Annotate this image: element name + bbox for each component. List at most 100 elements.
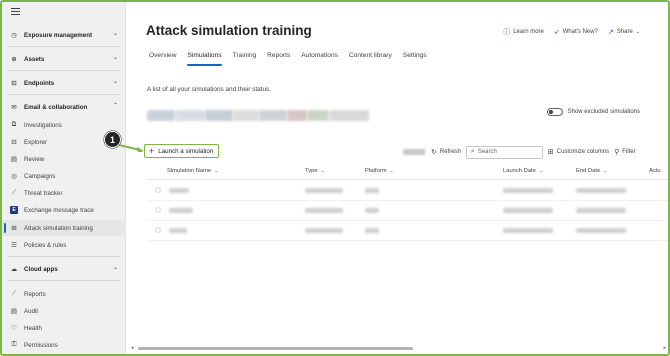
filter-icon: ⚲	[614, 149, 620, 156]
nav-label: Explorer	[24, 138, 48, 146]
filter-label: Filter	[622, 149, 636, 155]
scroll-left-arrow-icon[interactable]: ◂	[131, 345, 134, 351]
chevron-up-icon: ⌃	[112, 103, 118, 109]
table-row[interactable]	[147, 221, 668, 241]
whats-new-label: What's New?	[562, 29, 598, 35]
nav-label: Health	[24, 324, 42, 332]
toggle-switch[interactable]	[546, 108, 563, 116]
nav-policies-rules[interactable]: ☰ Policies & rules	[2, 237, 126, 253]
nav-label: Assets	[24, 55, 45, 63]
tab-training[interactable]: Training	[233, 52, 257, 66]
nav-exposure-management[interactable]: ◷ Exposure management ⌄	[2, 27, 126, 43]
mail-icon: ✉	[11, 104, 17, 111]
clock-icon: ◷	[11, 32, 17, 39]
column-label: Launch Date	[503, 168, 536, 174]
column-label: Type	[305, 168, 318, 174]
row-select[interactable]	[155, 207, 161, 213]
nav-label: Campaigns	[24, 172, 56, 180]
divider	[8, 46, 120, 47]
nav-assets[interactable]: ⊜ Assets ⌄	[2, 51, 126, 67]
nav-audit[interactable]: ▤ Audit	[2, 303, 126, 319]
nav-threat-tracker[interactable]: ⟋ Threat tracker	[2, 185, 126, 201]
launch-simulation-button[interactable]: + Launch a simulation	[144, 144, 219, 158]
whats-new-link[interactable]: ➶ What's New?	[554, 28, 598, 36]
chevron-down-icon: ⌄	[389, 168, 394, 174]
nav-investigations[interactable]: ⧉ Investigations	[2, 117, 126, 133]
review-icon: ▤	[10, 156, 18, 163]
learn-more-label: Learn more	[513, 29, 544, 35]
nav-label: Reports	[24, 290, 46, 298]
tab-settings[interactable]: Settings	[403, 52, 427, 66]
header-actions: ⓘ Learn more ➶ What's New? ↗ Share ⌄	[503, 27, 640, 37]
row-select[interactable]	[155, 187, 161, 193]
redacted-cell	[169, 228, 187, 233]
divider	[8, 280, 120, 281]
tab-automations[interactable]: Automations	[301, 52, 338, 66]
left-navigation: ◷ Exposure management ⌄ ⊜ Assets ⌄ ⊡ End…	[2, 2, 126, 354]
chevron-down-icon: ⌄	[320, 168, 325, 174]
filter-button[interactable]: ⚲ Filter	[614, 148, 635, 156]
row-select[interactable]	[155, 227, 161, 233]
share-button[interactable]: ↗ Share ⌄	[608, 28, 640, 36]
redacted-cell	[169, 188, 189, 193]
nav-campaigns[interactable]: ◎ Campaigns	[2, 168, 126, 184]
show-excluded-toggle[interactable]: Show excluded simulations	[546, 108, 640, 116]
nav-exchange-message-trace[interactable]: E Exchange message trace	[2, 202, 126, 218]
column-header-simulation-name[interactable]: Simulation Name ⌄	[167, 168, 218, 174]
nav-review[interactable]: ▤ Review	[2, 151, 126, 167]
divider	[8, 94, 120, 95]
redacted-cell	[305, 188, 343, 193]
column-header-platform[interactable]: Platform ⌄	[365, 168, 394, 174]
tab-content-library[interactable]: Content library	[349, 52, 392, 66]
chevron-down-icon: ⌄	[214, 168, 219, 174]
nav-reports[interactable]: ⟋ Reports	[2, 286, 126, 302]
refresh-button[interactable]: ↻ Refresh	[431, 148, 461, 156]
learn-more-link[interactable]: ⓘ Learn more	[503, 27, 544, 37]
search-placeholder: Search	[477, 149, 497, 155]
chevron-down-icon: ⌄	[538, 168, 544, 174]
menu-icon[interactable]	[11, 8, 20, 15]
nav-permissions[interactable]: ⚿ Permissions	[2, 337, 126, 353]
horizontal-scrollbar[interactable]: ◂ ▸	[131, 345, 666, 351]
divider	[8, 256, 120, 257]
column-header-actual[interactable]: Actu	[649, 168, 661, 174]
policies-icon: ☰	[11, 242, 17, 249]
callout-arrow-icon	[119, 144, 144, 152]
scrollbar-thumb[interactable]	[138, 347, 413, 350]
tab-reports[interactable]: Reports	[267, 52, 290, 66]
search-input[interactable]: ⌕ Search	[465, 145, 543, 159]
table-row[interactable]	[147, 201, 668, 221]
scroll-right-arrow-icon[interactable]: ▸	[663, 345, 666, 351]
share-label: Share	[616, 29, 633, 35]
tracker-icon: ⟋	[11, 189, 17, 196]
tab-bar: Overview Simulations Training Reports Au…	[149, 52, 438, 66]
chevron-down-icon: ⌄	[112, 79, 118, 85]
app-frame: ◷ Exposure management ⌄ ⊜ Assets ⌄ ⊡ End…	[0, 0, 670, 356]
exchange-icon: E	[10, 206, 18, 214]
endpoints-icon: ⊡	[11, 80, 17, 87]
nav-label: Attack simulation training	[24, 224, 93, 232]
nav-email-collaboration[interactable]: ✉ Email & collaboration ⌃	[2, 99, 126, 115]
nav-label: Cloud apps	[24, 265, 58, 273]
info-icon: ⓘ	[503, 29, 511, 36]
customize-columns-button[interactable]: ⊞ Customize columns	[548, 148, 609, 156]
table-header-divider	[147, 179, 668, 180]
column-header-type[interactable]: Type ⌄	[305, 168, 325, 174]
column-header-end-date[interactable]: End Date ⌄	[576, 168, 607, 174]
launch-button-label: Launch a simulation	[158, 147, 214, 155]
nav-attack-simulation-training[interactable]: ⊞ Attack simulation training	[2, 220, 126, 236]
redacted-cell	[169, 208, 193, 213]
table-row[interactable]	[147, 181, 668, 201]
redacted-cell	[365, 208, 379, 213]
chevron-down-icon: ⌄	[112, 265, 118, 271]
nav-label: Exchange message trace	[24, 206, 94, 214]
column-header-launch-date[interactable]: Launch Date ⌄	[503, 168, 543, 174]
step-callout-badge: 1	[104, 131, 121, 148]
nav-endpoints[interactable]: ⊡ Endpoints ⌄	[2, 75, 126, 91]
nav-health[interactable]: ♡ Health	[2, 320, 126, 336]
nav-cloud-apps[interactable]: ☁ Cloud apps ⌄	[2, 261, 126, 277]
audit-icon: ▤	[10, 308, 18, 315]
tab-overview[interactable]: Overview	[149, 52, 176, 66]
nav-label: Review	[24, 155, 45, 163]
tab-simulations[interactable]: Simulations	[187, 52, 222, 66]
